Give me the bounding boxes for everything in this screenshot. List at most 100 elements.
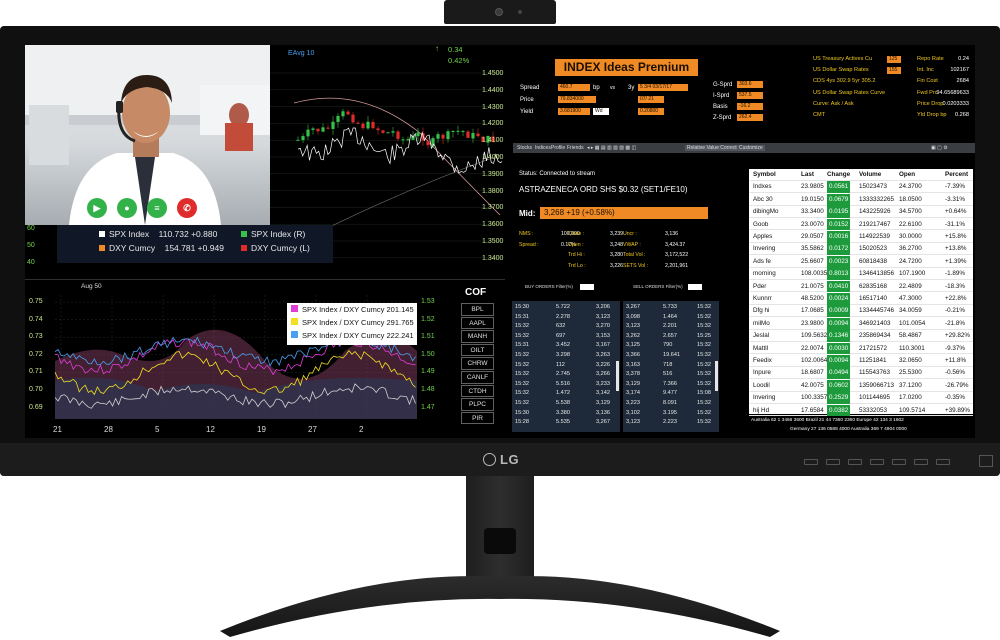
watchlist-row[interactable]: Ads fe 25.6607 0.0023 60818438 24.7200 +1.39% <box>749 255 973 268</box>
watchlist-row[interactable]: Loodil 42.0075 0.0602 1359066713 37.1200 -26.… <box>749 379 973 392</box>
axis-tick-label: 1.4100 <box>482 137 504 145</box>
control-button[interactable] <box>848 459 862 465</box>
watchlist-row[interactable]: milMo 23.9800 0.0094 346921403 101.0054 -21.8… <box>749 317 973 330</box>
watchlist-cell: 101144695 <box>859 394 891 402</box>
control-button[interactable] <box>892 459 906 465</box>
order-row[interactable]: 3,378 516 15:32 <box>623 370 719 379</box>
watchlist-cell: Indxes <box>753 183 772 191</box>
watchlist-row[interactable]: Kunnrr 48.5200 0.0024 16517140 47.3000 +22.8% <box>749 293 973 305</box>
order-row[interactable]: 3,123 2.201 15:32 <box>623 322 719 331</box>
watchlist-row[interactable]: Apples 29.0507 0.0016 114922539 30.0000 +15.8… <box>749 231 973 243</box>
watchlist-row[interactable]: Mattll 22.0074 0.0030 21721572 110.3001 -9.37… <box>749 342 973 355</box>
order-row[interactable]: 3,262 2.657 15:25 <box>623 332 719 341</box>
cof-item[interactable]: AAPL <box>461 316 494 330</box>
order-row[interactable]: 15:32 112 3,226 <box>512 361 620 370</box>
cof-item[interactable]: CTDH <box>461 384 494 398</box>
order-row[interactable]: 15:32 3.298 3,263 <box>512 351 620 360</box>
curve-setting-field[interactable]: 125 <box>887 56 901 63</box>
power-button[interactable] <box>936 459 950 465</box>
curve-setting-field[interactable]: 155 <box>887 67 901 75</box>
cof-item[interactable]: PIR <box>461 411 494 425</box>
order-row[interactable]: 15:32 632 3,270 <box>512 322 620 331</box>
order-row[interactable]: 3,223 8.091 15:32 <box>623 399 719 408</box>
toolbar-customize-button[interactable]: Customize <box>737 144 765 151</box>
control-button[interactable] <box>804 459 818 465</box>
cof-item[interactable]: BPL <box>461 303 494 316</box>
toolbar-friends-tab[interactable]: Friends <box>567 145 584 151</box>
order-row[interactable]: 3,174 9.477 15:08 <box>623 389 719 398</box>
toolbar-profile-tab[interactable]: Profile <box>551 145 565 151</box>
sell-filter-input[interactable] <box>688 284 702 290</box>
order-row[interactable]: 3,125 790 15:32 <box>623 341 719 350</box>
order-row[interactable]: 15:32 5.516 3,233 <box>512 380 620 389</box>
order-row[interactable]: 15:32 5.538 3,129 <box>512 399 620 408</box>
control-button[interactable] <box>826 459 840 465</box>
metric-field[interactable]: 262.4 <box>737 114 763 121</box>
microphone-icon[interactable]: ● <box>117 198 137 218</box>
order-row[interactable]: 15:31 3.452 3,167 <box>512 341 620 350</box>
sell-grid-scrollbar[interactable] <box>715 361 718 391</box>
yield-field[interactable]: 3.681900 <box>558 108 590 115</box>
watchlist-row[interactable]: Dfg hi 17.0685 0.0009 1334445746 34.0059 -0.2… <box>749 305 973 318</box>
metric-field[interactable]: 303.6 <box>737 81 763 88</box>
cof-item[interactable]: PLPC <box>461 398 494 411</box>
cof-item[interactable]: OILT <box>461 343 494 357</box>
price-extra-field[interactable]: 07/ 21 <box>638 96 664 103</box>
spread-field[interactable]: 460.7 <box>558 84 590 91</box>
control-button[interactable] <box>914 459 928 465</box>
watchlist-row[interactable]: dibingMo 33.3400 0.0195 143225926 34.5700 +0.… <box>749 206 973 218</box>
order-row[interactable]: 3,102 3.195 15:32 <box>623 409 719 418</box>
cof-item[interactable]: MANH <box>461 330 494 343</box>
column-header[interactable]: Open <box>899 169 915 181</box>
toolbar-indices-tab[interactable]: Indices <box>535 145 551 151</box>
chat-icon[interactable]: ≡ <box>147 198 167 218</box>
order-row[interactable]: 15:31 2.278 3,123 <box>512 313 620 322</box>
toolbar-stocks-tab[interactable]: Stocks <box>517 145 532 151</box>
watchlist-row[interactable]: Invering 35.5862 0.0172 15020523 36.2700 +13.… <box>749 243 973 256</box>
column-header[interactable]: Change <box>827 169 850 181</box>
order-row[interactable]: 3,098 1.464 15:32 <box>623 313 719 322</box>
toolbar-icons[interactable]: ◂ ▸ ▦ ▤ ▥ ▧ ▨ ▩ ◫ <box>587 145 636 151</box>
yield-extra-field[interactable]: 0.20800 <box>638 108 664 115</box>
watchlist-row[interactable]: Goob 23.0070 0.0152 219217467 22.6100 -31.1% <box>749 218 973 231</box>
phone-end-icon[interactable]: ✆ <box>177 198 197 218</box>
column-header[interactable]: Volume <box>859 169 881 181</box>
order-row[interactable]: 3,129 7.366 15:32 <box>623 380 719 389</box>
buy-grid-scrollbar[interactable] <box>616 361 619 391</box>
order-row[interactable]: 3,267 5.733 15:32 <box>623 303 719 312</box>
cof-item[interactable]: CANLF <box>461 371 494 384</box>
webcam-led-icon <box>518 10 522 14</box>
order-row[interactable]: 15:30 5.722 3,206 <box>512 303 620 312</box>
yield-unit-field[interactable]: Wd <box>593 108 609 115</box>
toolbar-window-icons[interactable]: ▣ ▢ ⚙ <box>931 145 948 151</box>
watchlist-row[interactable]: Inpure 18.6807 0.0494 115543763 25.5300 -0.56… <box>749 367 973 380</box>
order-row[interactable]: 15:28 5.535 3,267 <box>512 418 620 427</box>
column-header[interactable]: Percent <box>945 169 968 181</box>
order-row[interactable]: 15:32 1.472 3,142 <box>512 389 620 398</box>
video-camera-icon[interactable]: ▶ <box>87 198 107 218</box>
watchlist-row[interactable]: Jeslal 109.5632 0.1346 235869434 58.4867 +29.… <box>749 330 973 342</box>
control-button[interactable] <box>870 459 884 465</box>
price-field[interactable]: 79.834000 <box>558 96 596 103</box>
order-row[interactable]: 15:30 3.380 3,136 <box>512 409 620 418</box>
watchlist-row[interactable]: morning 108.0035 0.8013 1346413856 107.1900 -… <box>749 268 973 280</box>
order-row[interactable]: 3,123 2.223 15:32 <box>623 418 719 427</box>
order-row[interactable]: 3,366 19.641 15:32 <box>623 351 719 360</box>
watchlist-row[interactable]: Abc 30 19.0150 0.0679 1333332265 18.0500 -3.3… <box>749 193 973 206</box>
order-cell: 2.201 <box>663 323 677 330</box>
order-row[interactable]: 3,163 718 15:32 <box>623 361 719 370</box>
watchlist-row[interactable]: Indxes 23.9805 0.0561 15023473 24.3700 -7.39% <box>749 181 973 194</box>
watchlist-row[interactable]: Invering 100.3357 0.2529 101144695 17.0200 -0… <box>749 392 973 404</box>
buy-filter-input[interactable] <box>580 284 594 290</box>
watchlist-row[interactable]: hij Hd 17.6584 0.0382 53332053 109.5714 +39.8… <box>749 404 973 417</box>
watchlist-row[interactable]: Feedix 102.0064 0.0094 11251841 32.0650 +11.8… <box>749 355 973 367</box>
cof-item[interactable]: CHRW <box>461 357 494 370</box>
metric-field[interactable]: -16.2 <box>737 103 763 110</box>
spread-bond-field[interactable]: 5 3/4 03/17/17 <box>638 84 688 91</box>
order-row[interactable]: 15:32 697 3,153 <box>512 332 620 341</box>
order-row[interactable]: 15:32 2.745 3,266 <box>512 370 620 379</box>
metric-field[interactable]: 537.5 <box>737 92 763 99</box>
watchlist-row[interactable]: Pder 21.0075 0.0410 62835168 22.4809 -18.3% <box>749 280 973 293</box>
column-header[interactable]: Last <box>801 169 814 181</box>
column-header[interactable]: Symbol <box>753 169 776 181</box>
